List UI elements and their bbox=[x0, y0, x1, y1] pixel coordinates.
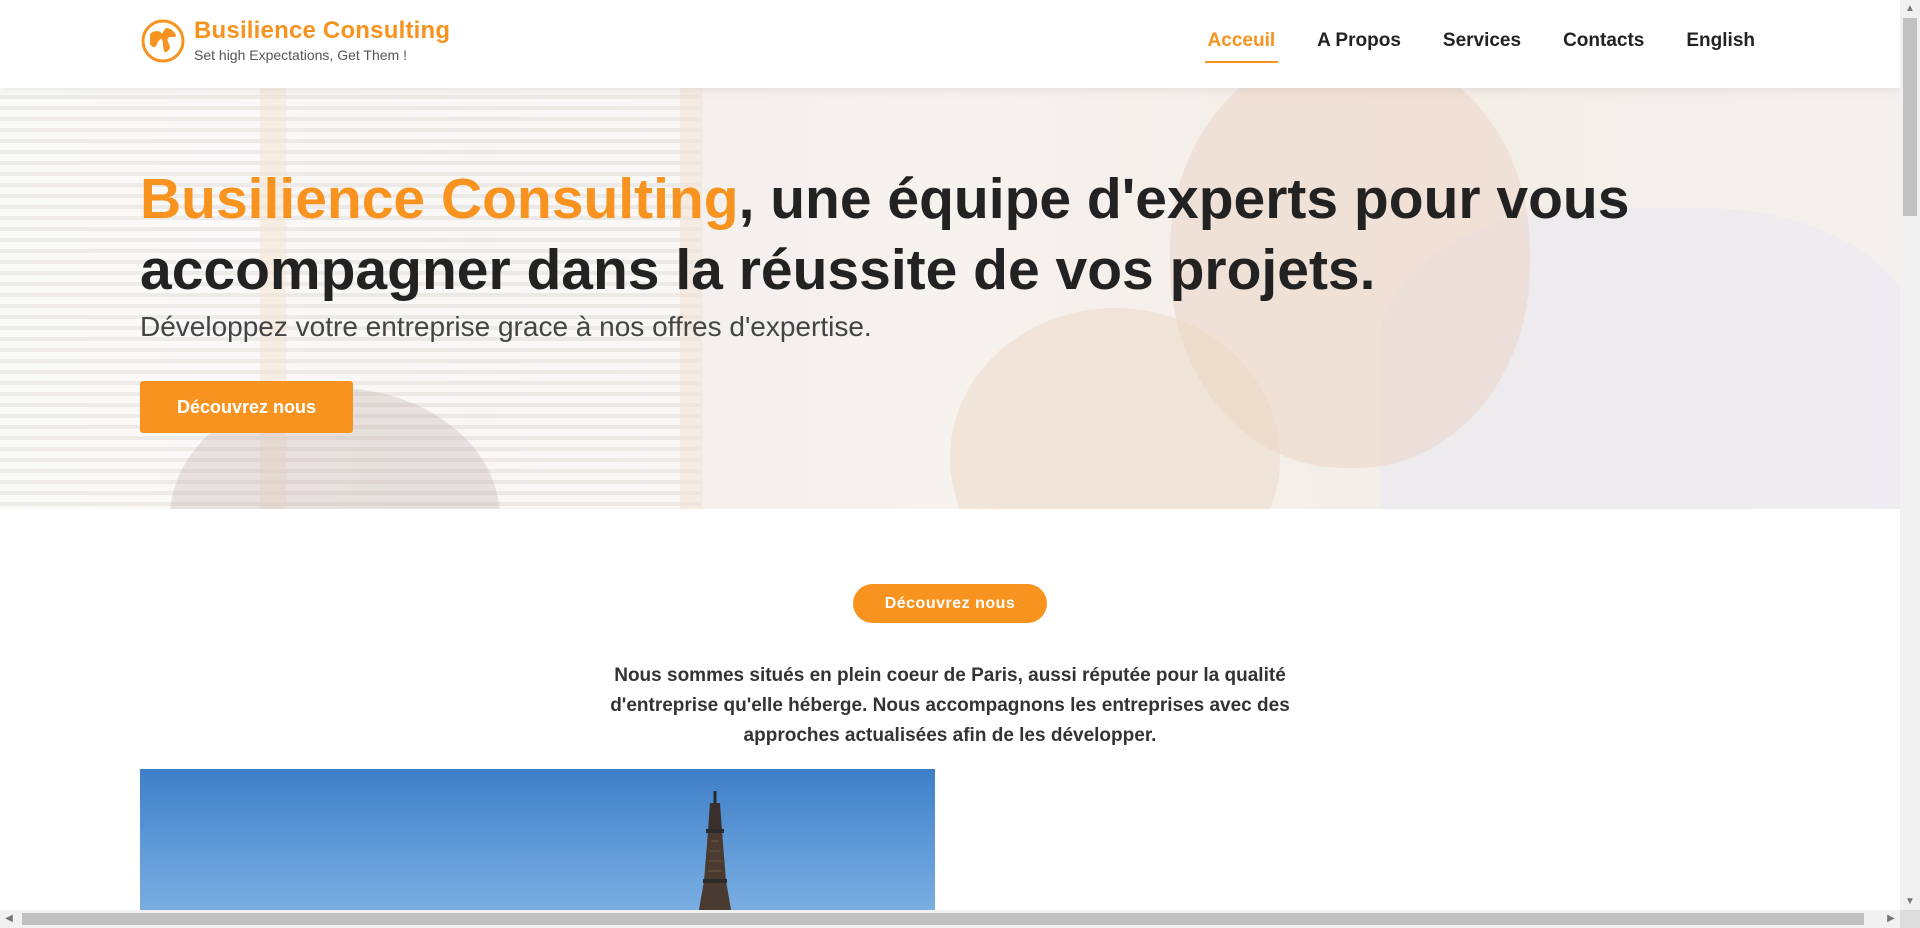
hero-content: Busilience Consulting, une équipe d'expe… bbox=[140, 164, 1740, 433]
scrollbar-corner bbox=[1900, 910, 1920, 928]
hero-cta-button[interactable]: Découvrez nous bbox=[140, 381, 353, 433]
brand-logo[interactable]: Busilience Consulting Set high Expectati… bbox=[140, 18, 450, 64]
discover-pill-button[interactable]: Découvrez nous bbox=[853, 584, 1047, 623]
nav-item-contacts[interactable]: Contacts bbox=[1563, 30, 1644, 58]
paris-image bbox=[140, 769, 935, 910]
about-text: Nous sommes situés en plein coeur de Par… bbox=[610, 665, 1290, 746]
nav-item-english[interactable]: English bbox=[1686, 30, 1755, 58]
page-viewport: Busilience Consulting Set high Expectati… bbox=[0, 0, 1900, 910]
nav-item-services[interactable]: Services bbox=[1443, 30, 1521, 58]
eiffel-tower-icon bbox=[698, 791, 732, 910]
hero-subtitle: Développez votre entreprise grace à nos … bbox=[140, 311, 872, 342]
horizontal-scroll-thumb[interactable] bbox=[22, 913, 1864, 925]
vertical-scroll-thumb[interactable] bbox=[1903, 18, 1917, 216]
scroll-right-arrow-icon[interactable]: ▶ bbox=[1882, 910, 1900, 928]
brand-name: Busilience Consulting bbox=[194, 17, 451, 44]
hero-title-brand: Busilience Consulting bbox=[140, 167, 739, 231]
logo-text: Busilience Consulting Set high Expectati… bbox=[194, 18, 450, 64]
nav-item-acceuil[interactable]: Acceuil bbox=[1204, 30, 1278, 63]
nav-item-a-propos[interactable]: A Propos bbox=[1317, 30, 1401, 58]
vertical-scrollbar[interactable]: ▲ ▼ bbox=[1900, 0, 1920, 910]
globe-icon bbox=[141, 19, 185, 63]
hero-title: Busilience Consulting, une équipe d'expe… bbox=[140, 164, 1740, 306]
main-nav: Acceuil A Propos Services Contacts Engli… bbox=[1166, 0, 1755, 88]
hero-section: Busilience Consulting, une équipe d'expe… bbox=[0, 88, 1900, 509]
site-header: Busilience Consulting Set high Expectati… bbox=[0, 0, 1900, 88]
scroll-up-arrow-icon[interactable]: ▲ bbox=[1900, 0, 1920, 17]
horizontal-scrollbar[interactable]: ◀ ▶ bbox=[0, 910, 1900, 928]
brand-tagline: Set high Expectations, Get Them ! bbox=[194, 47, 407, 63]
scroll-down-arrow-icon[interactable]: ▼ bbox=[1900, 893, 1920, 910]
scroll-left-arrow-icon[interactable]: ◀ bbox=[0, 910, 18, 928]
